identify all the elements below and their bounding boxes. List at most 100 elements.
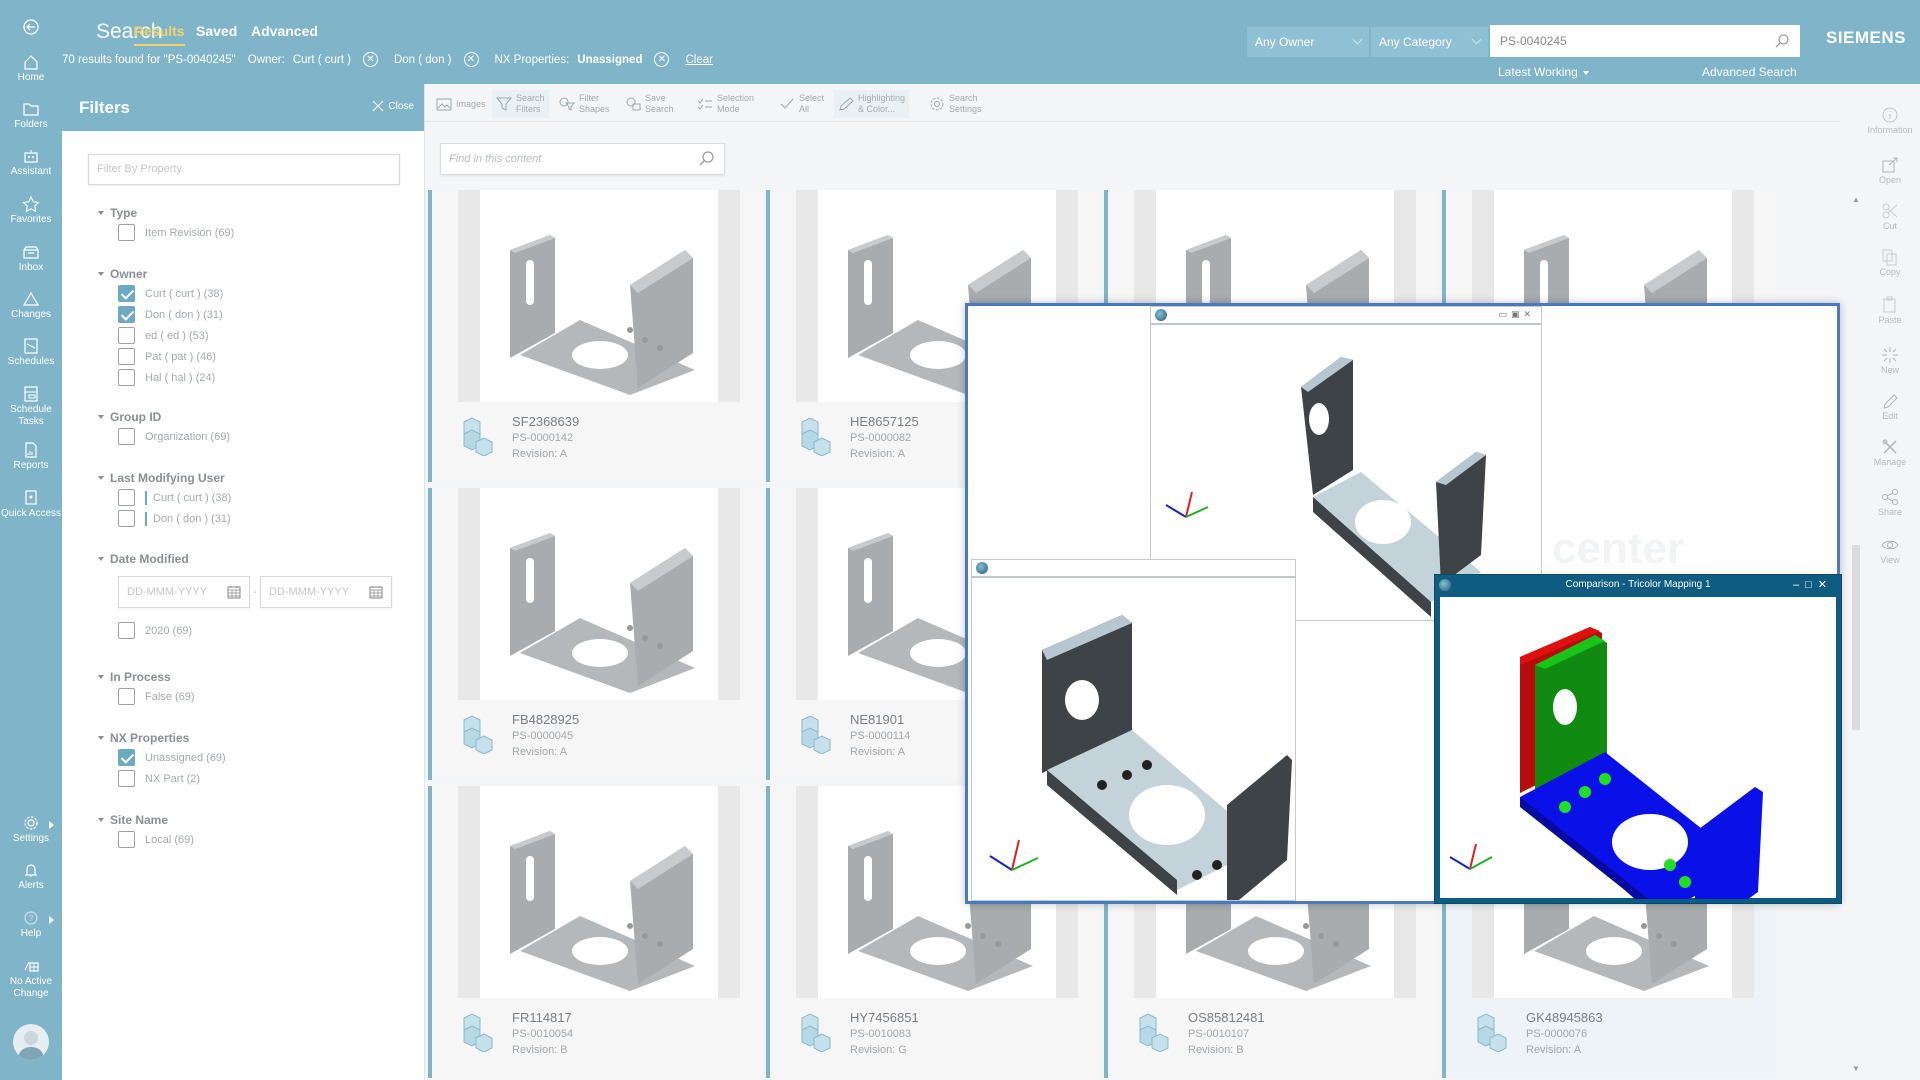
user-avatar[interactable] [13,1024,49,1060]
scroll-up-icon[interactable]: ▲ [1852,195,1860,204]
search-icon[interactable] [698,150,716,168]
nav-no-active-change[interactable]: No Active Change [0,958,62,1000]
checkbox[interactable] [118,770,135,787]
part-model-view[interactable] [972,580,1295,900]
checkbox[interactable] [118,428,135,445]
filter-group-toggle[interactable]: In Process [98,668,195,686]
filter-group-toggle[interactable]: Owner [98,265,223,283]
nav-schedule-tasks[interactable]: Schedule Tasks [0,386,62,428]
checkbox[interactable] [118,831,135,848]
nav-folders[interactable]: Folders [0,101,62,131]
remove-owner-curt-button[interactable]: ✕ [362,52,378,67]
nav-changes[interactable]: Changes [0,291,62,321]
category-dropdown[interactable]: Any Category [1371,27,1488,57]
remove-owner-don-button[interactable]: ✕ [463,52,479,67]
advanced-search-link[interactable]: Advanced Search [1702,65,1797,79]
clear-filters-link[interactable]: Clear [685,54,712,66]
filter-option[interactable]: Don ( don ) (31) [98,304,223,325]
toolbar-filter-shapes-button[interactable]: Filter Shapes [555,90,614,118]
find-in-content-input[interactable]: Find in this content [440,143,725,175]
checkbox[interactable] [118,369,135,386]
filter-option[interactable]: Don ( don ) (31) [98,508,231,529]
filter-option[interactable]: Curt ( curt ) (38) [98,487,231,508]
filter-option[interactable]: 2020 (69) [98,620,392,641]
toolbar-selection-mode-button[interactable]: Selection Mode [693,90,758,118]
toolbar-highlighting-button[interactable]: Highlighting & Color... [834,90,910,118]
tab-advanced[interactable]: Advanced [251,23,318,39]
tab-saved[interactable]: Saved [196,23,237,39]
toolbar-search-settings-button[interactable]: Search Settings [925,90,986,118]
checkbox[interactable] [118,489,135,506]
checkbox[interactable] [118,348,135,365]
nav-quick-access[interactable]: Quick Access [0,490,62,520]
nav-alerts[interactable]: Alerts [0,862,62,892]
checkbox[interactable] [118,327,135,344]
tab-results[interactable]: Results [134,23,185,46]
date-from-input[interactable]: DD-MMM-YYYY [118,576,250,608]
nav-help[interactable]: ? Help [0,910,62,940]
scroll-down-icon[interactable]: ▼ [1852,1064,1860,1073]
toolbar-images-button[interactable]: Images [432,90,490,118]
nav-favorites[interactable]: Favorites [0,196,62,226]
tricolor-model-view[interactable] [1440,597,1836,937]
nav-home[interactable]: Home [0,54,62,84]
command-new[interactable]: New [1860,346,1920,375]
pane-window-controls[interactable]: ▭▣✕ [1498,309,1535,320]
command-copy[interactable]: Copy [1860,248,1920,277]
checkbox[interactable] [118,688,135,705]
calendar-icon[interactable] [227,585,241,599]
revision-rule-dropdown[interactable]: Latest Working [1498,65,1589,79]
filter-option[interactable]: Item Revision (69) [98,222,234,243]
nav-assistant[interactable]: Assistant [0,148,62,178]
filter-group-toggle[interactable]: Date Modified [98,550,392,568]
checkbox[interactable] [118,622,135,639]
filter-option[interactable]: Unassigned (69) [98,747,226,768]
filter-group-toggle[interactable]: Type [98,204,234,222]
toolbar-select-all-button[interactable]: Select All [775,90,828,118]
toolbar-search-filters-button[interactable]: Search Filters [492,90,549,118]
command-open[interactable]: Open [1860,156,1920,185]
filter-option[interactable]: Hal ( hal ) (24) [98,367,223,388]
filter-by-property-input[interactable]: Filter By Property [88,154,400,185]
result-card[interactable]: FR114817 PS-0010054 Revision: B [428,786,762,1078]
command-view[interactable]: View [1860,536,1920,565]
command-manage[interactable]: Manage [1860,438,1920,467]
command-paste[interactable]: Paste [1860,296,1920,325]
nav-inbox[interactable]: Inbox [0,244,62,274]
filter-group-toggle[interactable]: NX Properties [98,729,226,747]
checkbox-checked[interactable] [118,306,135,323]
nav-schedules[interactable]: Schedules [0,338,62,368]
filter-group-toggle[interactable]: Site Name [98,811,194,829]
search-icon[interactable] [1774,33,1790,49]
checkbox-checked[interactable] [118,749,135,766]
command-edit[interactable]: Edit [1860,392,1920,421]
checkbox-checked[interactable] [118,285,135,302]
calendar-icon[interactable] [369,585,383,599]
filter-group-toggle[interactable]: Last Modifying User [98,469,231,487]
command-share[interactable]: Share [1860,488,1920,517]
filter-option[interactable]: ed ( ed ) (53) [98,325,223,346]
filter-option[interactable]: Local (69) [98,829,194,850]
toolbar-save-search-button[interactable]: Save Search [621,90,678,118]
command-cut[interactable]: Cut [1860,202,1920,231]
close-filters-button[interactable]: Close [372,100,414,112]
global-search-input[interactable] [1490,25,1760,57]
filter-option[interactable]: Curt ( curt ) (38) [98,283,223,304]
command-information[interactable]: Information [1860,106,1920,135]
checkbox[interactable] [118,510,135,527]
date-to-input[interactable]: DD-MMM-YYYY [260,576,392,608]
filter-option[interactable]: Organization (69) [98,426,230,447]
scroll-thumb[interactable] [1852,545,1860,730]
result-card[interactable]: FB4828925 PS-0000045 Revision: A [428,488,762,780]
filter-group-toggle[interactable]: Group ID [98,408,230,426]
nav-settings[interactable]: Settings [0,815,62,845]
owner-dropdown[interactable]: Any Owner [1247,27,1369,57]
nav-reports[interactable]: Reports [0,442,62,472]
result-card[interactable]: SF2368639 PS-0000142 Revision: A [428,190,762,482]
filter-option[interactable]: Pat ( pat ) (46) [98,346,223,367]
back-button[interactable] [0,18,62,38]
filter-option[interactable]: NX Part (2) [98,768,226,789]
filter-option[interactable]: False (69) [98,686,195,707]
window-controls[interactable]: –□✕ [1793,578,1833,591]
results-scrollbar[interactable]: ▲ [1850,195,1860,735]
